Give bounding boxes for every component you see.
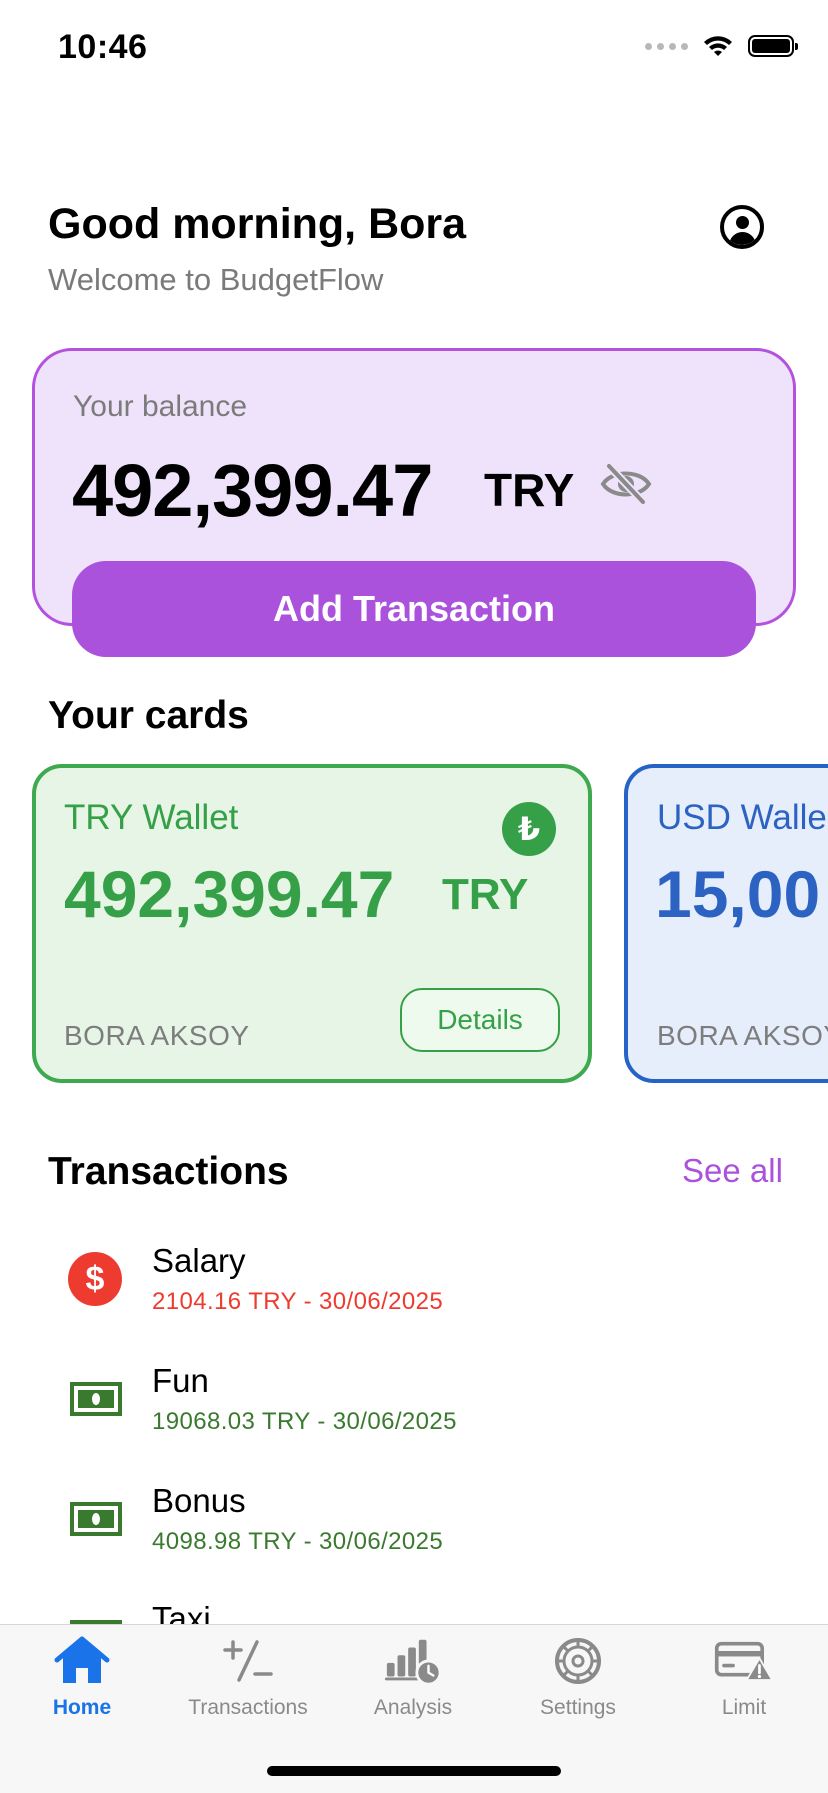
tab-analysis[interactable]: Analysis <box>338 1634 488 1724</box>
tab-label: Settings <box>540 1696 616 1719</box>
tab-label: Transactions <box>188 1696 308 1719</box>
chart-clock-icon <box>383 1634 443 1688</box>
home-icon <box>52 1634 112 1688</box>
usd-card-clip: USD Walle 15,00 BORA AKSOY <box>0 0 828 1792</box>
wallet-owner: BORA AKSOY <box>657 1020 828 1051</box>
tab-settings[interactable]: Settings <box>503 1634 653 1724</box>
transaction-detail: 2104.16 TRY - 30/06/2025 <box>152 1288 444 1315</box>
tab-limit[interactable]: Limit <box>669 1634 819 1724</box>
tab-label: Analysis <box>373 1696 453 1719</box>
tab-transactions[interactable]: Transactions <box>173 1634 323 1724</box>
wallet-amount: 15,00 <box>655 857 821 931</box>
dollar-icon: $ <box>68 1252 122 1306</box>
transaction-detail: 19068.03 TRY - 30/06/2025 <box>152 1408 457 1435</box>
wallet-title: USD Walle <box>657 798 827 837</box>
banknote-icon <box>70 1502 122 1536</box>
banknote-icon <box>70 1382 122 1416</box>
transaction-name[interactable]: Fun <box>152 1362 209 1400</box>
transaction-detail: 4098.98 TRY - 30/06/2025 <box>152 1528 444 1555</box>
tab-label: Home <box>52 1696 112 1719</box>
card-warning-icon <box>714 1634 774 1688</box>
see-all-link[interactable]: See all <box>682 1152 783 1190</box>
transaction-name[interactable]: Bonus <box>152 1482 246 1520</box>
tab-label: Limit <box>721 1696 767 1719</box>
plus-minus-icon <box>218 1634 278 1688</box>
transactions-title: Transactions <box>48 1150 289 1193</box>
tab-home[interactable]: Home <box>7 1634 157 1724</box>
home-indicator[interactable] <box>267 1766 561 1776</box>
gear-icon <box>548 1634 608 1688</box>
transaction-name[interactable]: Salary <box>152 1242 246 1280</box>
